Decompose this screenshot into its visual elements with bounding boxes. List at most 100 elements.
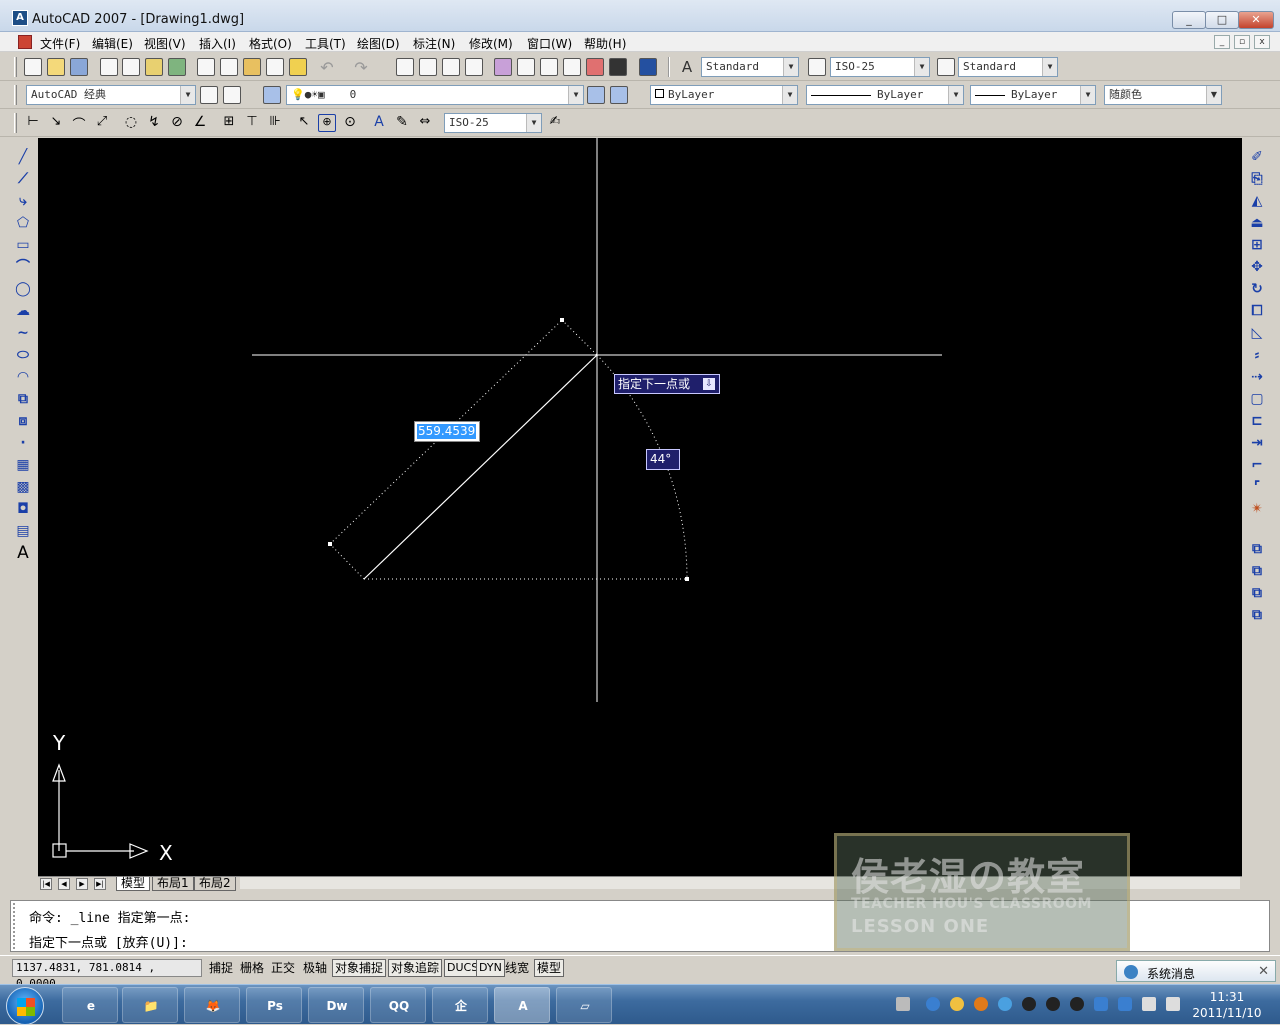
snap-toggle[interactable]: 捕捉: [206, 959, 236, 977]
taskbar-app[interactable]: ▱: [556, 987, 612, 1023]
menu-format[interactable]: 格式(O): [249, 35, 292, 52]
dim-text-edit-icon[interactable]: ✎: [393, 114, 411, 132]
gradient-icon[interactable]: ▩: [14, 478, 32, 496]
jogged-dim-icon[interactable]: ↯: [145, 114, 163, 132]
keyboard-icon[interactable]: [896, 997, 910, 1011]
menu-insert[interactable]: 插入(I): [199, 35, 236, 52]
menu-draw[interactable]: 绘图(D): [357, 35, 400, 52]
system-notification[interactable]: 系统消息 ✕: [1116, 960, 1276, 982]
undo-icon[interactable]: ↶: [318, 58, 336, 77]
help-icon[interactable]: [639, 58, 657, 76]
arc-length-icon[interactable]: ⌒: [70, 114, 88, 133]
command-window-grip[interactable]: [13, 903, 23, 949]
preview-icon[interactable]: [122, 58, 140, 76]
next-tab-button[interactable]: ▶: [76, 878, 88, 890]
insert-block-icon[interactable]: ⧉: [14, 390, 32, 408]
menu-file[interactable]: 文件(F): [40, 35, 80, 52]
copy-object-icon[interactable]: ⎘: [1248, 170, 1266, 188]
menu-view[interactable]: 视图(V): [144, 35, 186, 52]
zoom-realtime-icon[interactable]: [419, 58, 437, 76]
angle-input[interactable]: 44°: [646, 449, 680, 470]
sheet-set-icon[interactable]: [563, 58, 581, 76]
zoom-window-icon[interactable]: [442, 58, 460, 76]
ordinate-dim-icon[interactable]: ⤢: [93, 114, 111, 132]
calculator-icon[interactable]: [609, 58, 627, 76]
menu-window[interactable]: 窗口(W): [527, 35, 572, 52]
polar-toggle[interactable]: 极轴: [300, 959, 330, 977]
make-current-layer-icon[interactable]: [587, 86, 605, 104]
toolbar-grip[interactable]: [14, 85, 17, 105]
tray-app-icon[interactable]: [950, 997, 964, 1011]
tray-qq-icon[interactable]: [1046, 997, 1060, 1011]
length-input[interactable]: 559.4539: [414, 421, 480, 442]
rectangle-icon[interactable]: ▭: [14, 236, 32, 254]
print-icon[interactable]: [100, 58, 118, 76]
pan-icon[interactable]: [396, 58, 414, 76]
tray-security-icon[interactable]: [1118, 997, 1132, 1011]
quick-dim-icon[interactable]: ⊞: [220, 114, 238, 132]
explode-icon[interactable]: ✴: [1248, 500, 1266, 518]
tray-enterprise-qq-icon[interactable]: [974, 997, 988, 1011]
taskbar-clock[interactable]: 11:31 2011/11/10: [1188, 989, 1266, 1021]
save-icon[interactable]: [70, 58, 88, 76]
linetype-select[interactable]: ByLayer ▼: [806, 85, 964, 105]
workspace-settings-icon[interactable]: [200, 86, 218, 104]
construction-line-icon[interactable]: ⟋: [14, 170, 32, 188]
break-at-point-icon[interactable]: ▢: [1248, 390, 1266, 408]
taskbar-photoshop[interactable]: Ps: [246, 987, 302, 1023]
open-icon[interactable]: [47, 58, 65, 76]
match-prop-icon[interactable]: [266, 58, 284, 76]
taskbar-ie[interactable]: e: [62, 987, 118, 1023]
offset-icon[interactable]: ⏏: [1248, 214, 1266, 232]
drawing-canvas[interactable]: Y X 指定下一点或 ⇩ 559.4539 44°: [38, 138, 1242, 876]
hatch-icon[interactable]: ▦: [14, 456, 32, 474]
linear-dim-icon[interactable]: ⊢: [24, 114, 42, 132]
circle-icon[interactable]: ◯: [14, 280, 32, 298]
draw-order-back-icon[interactable]: ⧉: [1248, 562, 1266, 580]
menu-help[interactable]: 帮助(H): [584, 35, 626, 52]
dim-edit-icon[interactable]: A: [370, 114, 388, 132]
taskbar-firefox[interactable]: 🦊: [184, 987, 240, 1023]
break-icon[interactable]: ⊏: [1248, 412, 1266, 430]
dim-style-select[interactable]: ISO-25 ▼: [830, 57, 930, 77]
prev-tab-button[interactable]: ◀: [58, 878, 70, 890]
properties-icon[interactable]: [494, 58, 512, 76]
table-icon[interactable]: ▤: [14, 522, 32, 540]
tolerance-icon[interactable]: ⊕: [318, 114, 336, 132]
network-icon[interactable]: [1142, 997, 1156, 1011]
tray-compass-icon[interactable]: [926, 997, 940, 1011]
taskbar-explorer[interactable]: 📁: [122, 987, 178, 1023]
last-tab-button[interactable]: ▶|: [94, 878, 106, 890]
point-icon[interactable]: ·: [14, 434, 32, 452]
angular-dim-icon[interactable]: ∠: [191, 114, 209, 132]
doc-close-button[interactable]: x: [1254, 35, 1270, 49]
model-toggle[interactable]: 模型: [534, 959, 565, 977]
zoom-previous-icon[interactable]: [465, 58, 483, 76]
markup-icon[interactable]: [586, 58, 604, 76]
dim-style-select-2[interactable]: ISO-25 ▼: [444, 113, 542, 133]
center-mark-icon[interactable]: ⊙: [341, 114, 359, 132]
baseline-dim-icon[interactable]: ⊤: [243, 114, 261, 132]
maximize-button[interactable]: □: [1205, 11, 1239, 29]
array-icon[interactable]: ⊞: [1248, 236, 1266, 254]
region-icon[interactable]: ◘: [14, 500, 32, 518]
layer-previous-icon[interactable]: [610, 86, 628, 104]
tray-shield-icon[interactable]: [1094, 997, 1108, 1011]
tab-layout2[interactable]: 布局2: [194, 877, 236, 891]
spline-icon[interactable]: ∼: [14, 324, 32, 342]
polygon-icon[interactable]: ⬠: [14, 214, 32, 232]
otrack-toggle[interactable]: 对象追踪: [388, 959, 443, 977]
doc-minimize-button[interactable]: _: [1214, 35, 1230, 49]
make-block-icon[interactable]: ⧈: [14, 412, 32, 430]
text-style-icon[interactable]: A: [678, 58, 696, 76]
new-icon[interactable]: [24, 58, 42, 76]
paste-icon[interactable]: [243, 58, 261, 76]
tab-layout1[interactable]: 布局1: [152, 877, 194, 891]
down-arrow-icon[interactable]: ⇩: [703, 378, 715, 390]
osnap-toggle[interactable]: 对象捕捉: [332, 959, 387, 977]
cut-icon[interactable]: [197, 58, 215, 76]
start-button[interactable]: [6, 987, 44, 1025]
toolbar-grip[interactable]: [14, 57, 17, 77]
dim-style-manager-icon[interactable]: ✍: [546, 114, 564, 132]
ellipse-arc-icon[interactable]: ◠: [14, 368, 32, 386]
